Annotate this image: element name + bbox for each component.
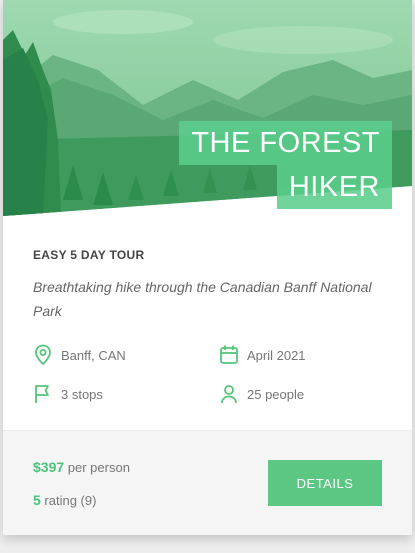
user-icon bbox=[221, 385, 237, 404]
tour-title-line-2: HIKER bbox=[276, 165, 392, 209]
stops-text: 3 stops bbox=[61, 386, 103, 402]
date-text: April 2021 bbox=[247, 347, 306, 363]
tour-type-heading: EASY 5 DAY TOUR bbox=[33, 248, 145, 262]
price-value: $397 bbox=[33, 459, 65, 475]
location-text: Banff, CAN bbox=[61, 347, 126, 363]
meta-date: April 2021 bbox=[219, 344, 306, 366]
map-pin-icon bbox=[35, 344, 51, 366]
hero-image: THE FOREST HIKER bbox=[3, 0, 412, 216]
price-suffix: per person bbox=[67, 460, 130, 475]
rating-suffix: rating (9) bbox=[44, 493, 97, 508]
meta-people: 25 people bbox=[219, 383, 304, 405]
details-button[interactable]: DETAILS bbox=[268, 460, 382, 506]
tour-details: EASY 5 DAY TOUR Breathtaking hike throug… bbox=[33, 248, 383, 323]
tour-description: Breathtaking hike through the Canadian B… bbox=[33, 279, 372, 319]
card-footer: $397 per person 5 rating (9) DETAILS bbox=[3, 430, 412, 535]
meta-stops: 3 stops bbox=[33, 383, 103, 405]
calendar-icon bbox=[220, 345, 238, 364]
rating-info: 5 rating (9) bbox=[33, 492, 96, 508]
people-text: 25 people bbox=[247, 386, 305, 402]
rating-value: 5 bbox=[33, 492, 41, 508]
flag-icon bbox=[35, 385, 49, 403]
tour-title-line-1: THE FOREST bbox=[179, 121, 392, 165]
price-info: $397 per person bbox=[33, 459, 130, 475]
meta-location: Banff, CAN bbox=[33, 344, 126, 366]
tour-card: THE FOREST HIKER EASY 5 DAY TOUR Breatht… bbox=[3, 0, 412, 535]
